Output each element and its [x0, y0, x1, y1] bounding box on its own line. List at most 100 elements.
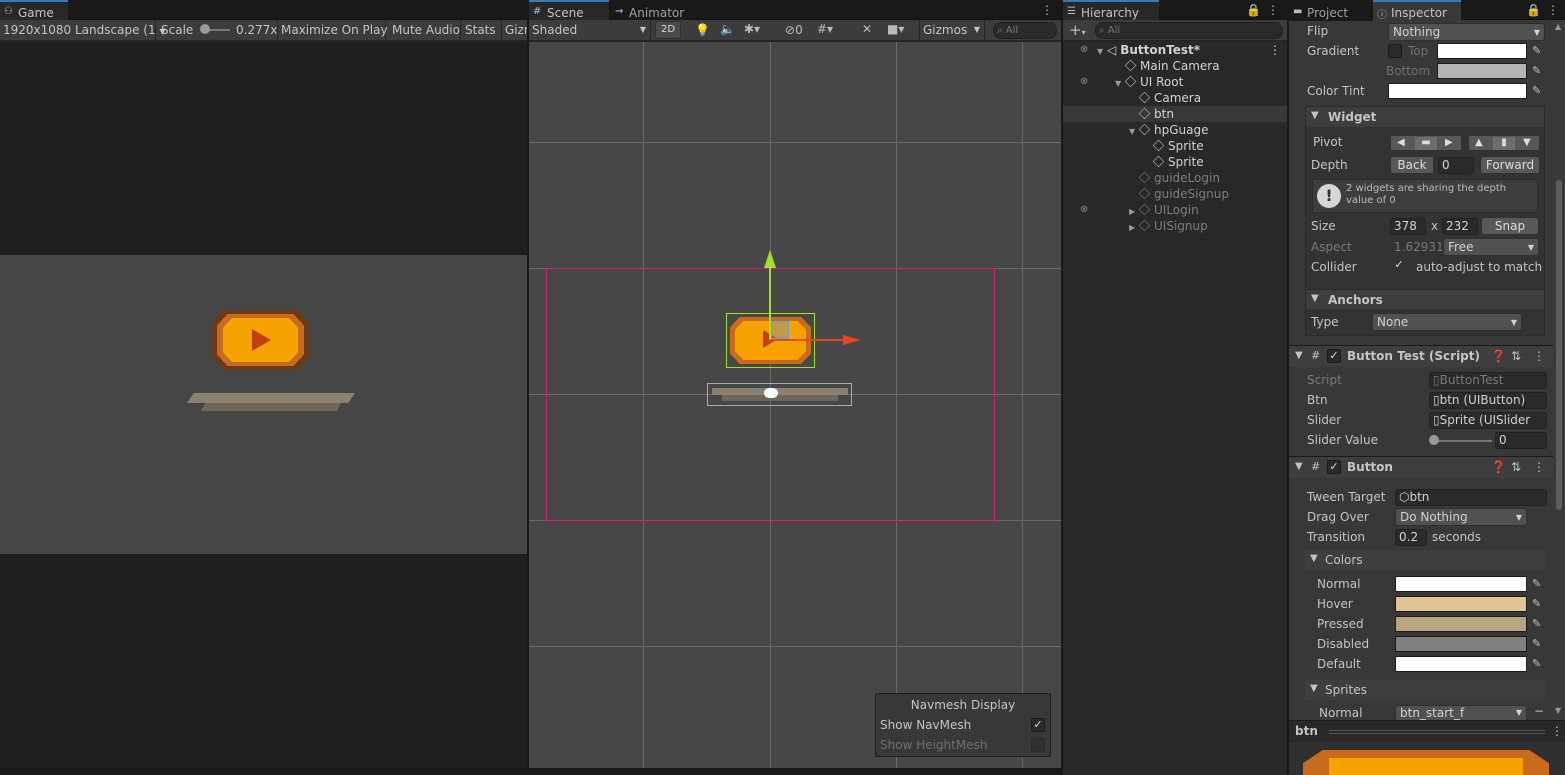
- pressed-color-swatch[interactable]: [1395, 616, 1527, 632]
- tab-game[interactable]: ⚇ Game: [0, 0, 68, 21]
- grid-toggle-icon[interactable]: #▾: [817, 22, 833, 36]
- eyedropper-icon[interactable]: ✎: [1532, 577, 1541, 590]
- scene-visibility-icon[interactable]: ⊗: [1080, 44, 1088, 55]
- sprites-header[interactable]: ▼ Sprites: [1305, 680, 1545, 700]
- lock-icon[interactable]: 🔒: [1526, 3, 1541, 17]
- game-viewport[interactable]: [0, 42, 527, 775]
- scene-visibility-icon[interactable]: ⊗: [1080, 76, 1088, 87]
- eyedropper-icon[interactable]: ✎: [1532, 44, 1541, 57]
- game-canvas[interactable]: [0, 255, 527, 554]
- gizmo-y-arrow-icon[interactable]: [764, 250, 776, 268]
- maximize-on-play-button[interactable]: Maximize On Play: [278, 20, 388, 41]
- pivot-right-icon[interactable]: ▶: [1445, 137, 1453, 148]
- button-test-enabled-checkbox[interactable]: ✓: [1327, 349, 1341, 363]
- drag-over-dropdown[interactable]: Do Nothing ▼: [1395, 508, 1527, 526]
- hierarchy-search-input[interactable]: ⌕ All: [1095, 22, 1283, 39]
- hierarchy-item[interactable]: Sprite: [1143, 154, 1204, 170]
- component-menu-icon[interactable]: ⋮: [1533, 349, 1545, 363]
- preview-header[interactable]: btn ⋮: [1289, 720, 1565, 742]
- pivot-left-icon[interactable]: ◀: [1397, 137, 1405, 148]
- disabled-color-swatch[interactable]: [1395, 636, 1527, 652]
- hierarchy-item[interactable]: ▼ hpGuage: [1129, 122, 1208, 138]
- eyedropper-icon[interactable]: ✎: [1532, 617, 1541, 630]
- gradient-bottom-color[interactable]: [1437, 63, 1527, 79]
- tools-icon[interactable]: ✕: [862, 22, 872, 36]
- pivot-top-icon[interactable]: ▲: [1475, 137, 1483, 148]
- depth-input[interactable]: 0: [1438, 157, 1474, 174]
- preview-menu-icon[interactable]: ⋮: [1551, 724, 1563, 738]
- gizmo-x-arrow-icon[interactable]: [843, 335, 861, 345]
- fold-closed-icon[interactable]: ▶: [1129, 220, 1139, 236]
- shading-mode-dropdown[interactable]: Shaded ▼: [529, 20, 651, 41]
- scale-slider-thumb[interactable]: [200, 24, 210, 34]
- slider-object-field[interactable]: ▯Sprite (UISlider: [1429, 412, 1547, 429]
- preset-icon[interactable]: ⇅: [1511, 349, 1521, 363]
- pivot-center-icon[interactable]: ▬: [1415, 137, 1437, 150]
- remove-sprite-icon[interactable]: −: [1534, 704, 1544, 718]
- eyedropper-icon[interactable]: ✎: [1532, 64, 1541, 77]
- eyedropper-icon[interactable]: ✎: [1532, 84, 1541, 97]
- collider-checkbox[interactable]: ✓: [1392, 259, 1406, 273]
- scene-menu-icon[interactable]: ⋮: [1041, 3, 1053, 17]
- eyedropper-icon[interactable]: ✎: [1532, 657, 1541, 670]
- normal-color-swatch[interactable]: [1395, 576, 1527, 592]
- scene-search-input[interactable]: ⌕ All: [993, 22, 1057, 39]
- btn-object-field[interactable]: ▯btn (UIButton): [1429, 392, 1547, 409]
- scroll-down-icon[interactable]: ▼: [1555, 706, 1561, 715]
- hierarchy-menu-icon[interactable]: ⋮: [1267, 3, 1279, 17]
- scroll-thumb[interactable]: [1556, 180, 1562, 510]
- scene-gizmos-dropdown[interactable]: Gizmos ▼: [919, 20, 985, 41]
- tab-scene[interactable]: # Scene: [529, 0, 609, 21]
- scene-viewport[interactable]: Navmesh Display Show NavMesh ✓ Show Heig…: [529, 42, 1061, 768]
- eyedropper-icon[interactable]: ✎: [1532, 637, 1541, 650]
- size-width-input[interactable]: 378: [1390, 218, 1426, 235]
- default-color-swatch[interactable]: [1395, 656, 1527, 672]
- scale-control[interactable]: Scale 0.277x: [158, 20, 278, 41]
- snap-button[interactable]: Snap: [1481, 217, 1539, 235]
- hierarchy-item[interactable]: Main Camera: [1115, 58, 1220, 74]
- audio-icon[interactable]: 🔈: [720, 22, 735, 36]
- game-gizmos-button[interactable]: Gizm: [502, 20, 527, 41]
- tab-inspector[interactable]: ⓘ Inspector: [1373, 0, 1461, 21]
- button-test-header[interactable]: ▼ # ✓ Button Test (Script) ❓ ⇅ ⋮: [1289, 345, 1554, 367]
- hover-color-swatch[interactable]: [1395, 596, 1527, 612]
- pivot-bottom-icon[interactable]: ▼: [1523, 137, 1531, 148]
- anchors-header[interactable]: ▼ Anchors: [1306, 289, 1544, 309]
- component-menu-icon[interactable]: ⋮: [1533, 460, 1545, 474]
- mute-audio-button[interactable]: Mute Audio: [389, 20, 461, 41]
- widget-header[interactable]: ▼ Widget: [1306, 107, 1544, 127]
- eyedropper-icon[interactable]: ✎: [1532, 597, 1541, 610]
- gradient-checkbox[interactable]: [1388, 44, 1402, 58]
- show-navmesh-checkbox[interactable]: ✓: [1031, 718, 1045, 732]
- scene-visibility-icon[interactable]: ⊗: [1080, 204, 1088, 215]
- hidden-objects-icon[interactable]: ⊘0: [785, 23, 803, 37]
- stats-button[interactable]: Stats: [462, 20, 502, 41]
- add-object-button[interactable]: +▾: [1069, 21, 1086, 39]
- hierarchy-item[interactable]: btn: [1129, 106, 1174, 122]
- color-tint-swatch[interactable]: [1388, 83, 1527, 99]
- size-height-input[interactable]: 232: [1442, 218, 1478, 235]
- inspector-menu-icon[interactable]: ⋮: [1547, 3, 1559, 17]
- scene-hp-gauge[interactable]: [707, 383, 852, 406]
- hierarchy-item[interactable]: Camera: [1129, 90, 1201, 106]
- slider-value-track[interactable]: [1432, 440, 1492, 442]
- lighting-icon[interactable]: 💡: [695, 23, 710, 37]
- scroll-up-icon[interactable]: ▲: [1555, 22, 1561, 31]
- gizmo-plane-handle[interactable]: [771, 321, 789, 339]
- depth-back-button[interactable]: Back: [1390, 156, 1434, 174]
- transition-input[interactable]: 0.2: [1395, 529, 1427, 546]
- gradient-top-color[interactable]: [1437, 43, 1527, 59]
- sprite-normal-dropdown[interactable]: btn_start_f ▼: [1395, 705, 1527, 720]
- lock-icon[interactable]: 🔒: [1246, 3, 1261, 17]
- aspect-mode-dropdown[interactable]: Free ▼: [1443, 238, 1539, 256]
- anchor-type-dropdown[interactable]: None ▼: [1372, 313, 1522, 331]
- hierarchy-item[interactable]: Sprite: [1143, 138, 1204, 154]
- hierarchy-scene-root[interactable]: ▼ ◁ ButtonTest*: [1097, 42, 1200, 58]
- preset-icon[interactable]: ⇅: [1511, 460, 1521, 474]
- button-header[interactable]: ▼ # ✓ Button ❓ ⇅ ⋮: [1289, 456, 1554, 478]
- hierarchy-item[interactable]: guideLogin: [1129, 170, 1220, 186]
- inspector-scrollbar[interactable]: ▲ ▼: [1553, 20, 1565, 720]
- colors-header[interactable]: ▼ Colors: [1305, 550, 1545, 570]
- show-heightmesh-checkbox[interactable]: [1031, 738, 1045, 752]
- preview-drag-handle[interactable]: [1329, 730, 1545, 734]
